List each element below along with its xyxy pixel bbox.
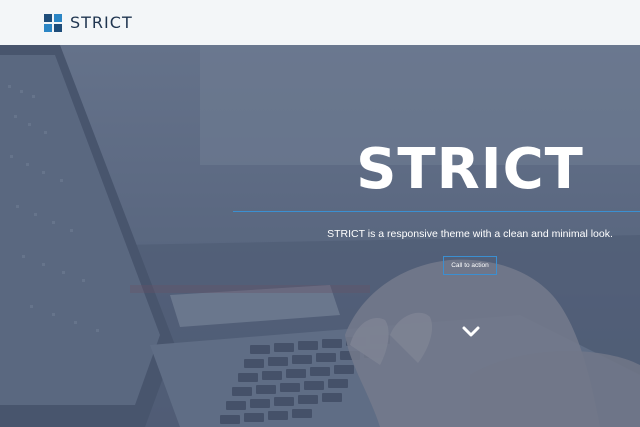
site-header: STRICT: [0, 0, 640, 45]
brand-link[interactable]: STRICT: [44, 13, 133, 32]
four-squares-logo-icon: [44, 13, 62, 32]
hero-divider: [233, 211, 640, 212]
call-to-action-button[interactable]: Call to action: [443, 256, 497, 275]
hero-title: STRICT: [356, 137, 584, 202]
page: STRICT STRICT STRICT is a responsive the…: [0, 0, 640, 427]
hero-tagline: STRICT is a responsive theme with a clea…: [327, 228, 613, 240]
chevron-down-icon[interactable]: [461, 323, 481, 341]
brand-name: STRICT: [70, 13, 133, 32]
